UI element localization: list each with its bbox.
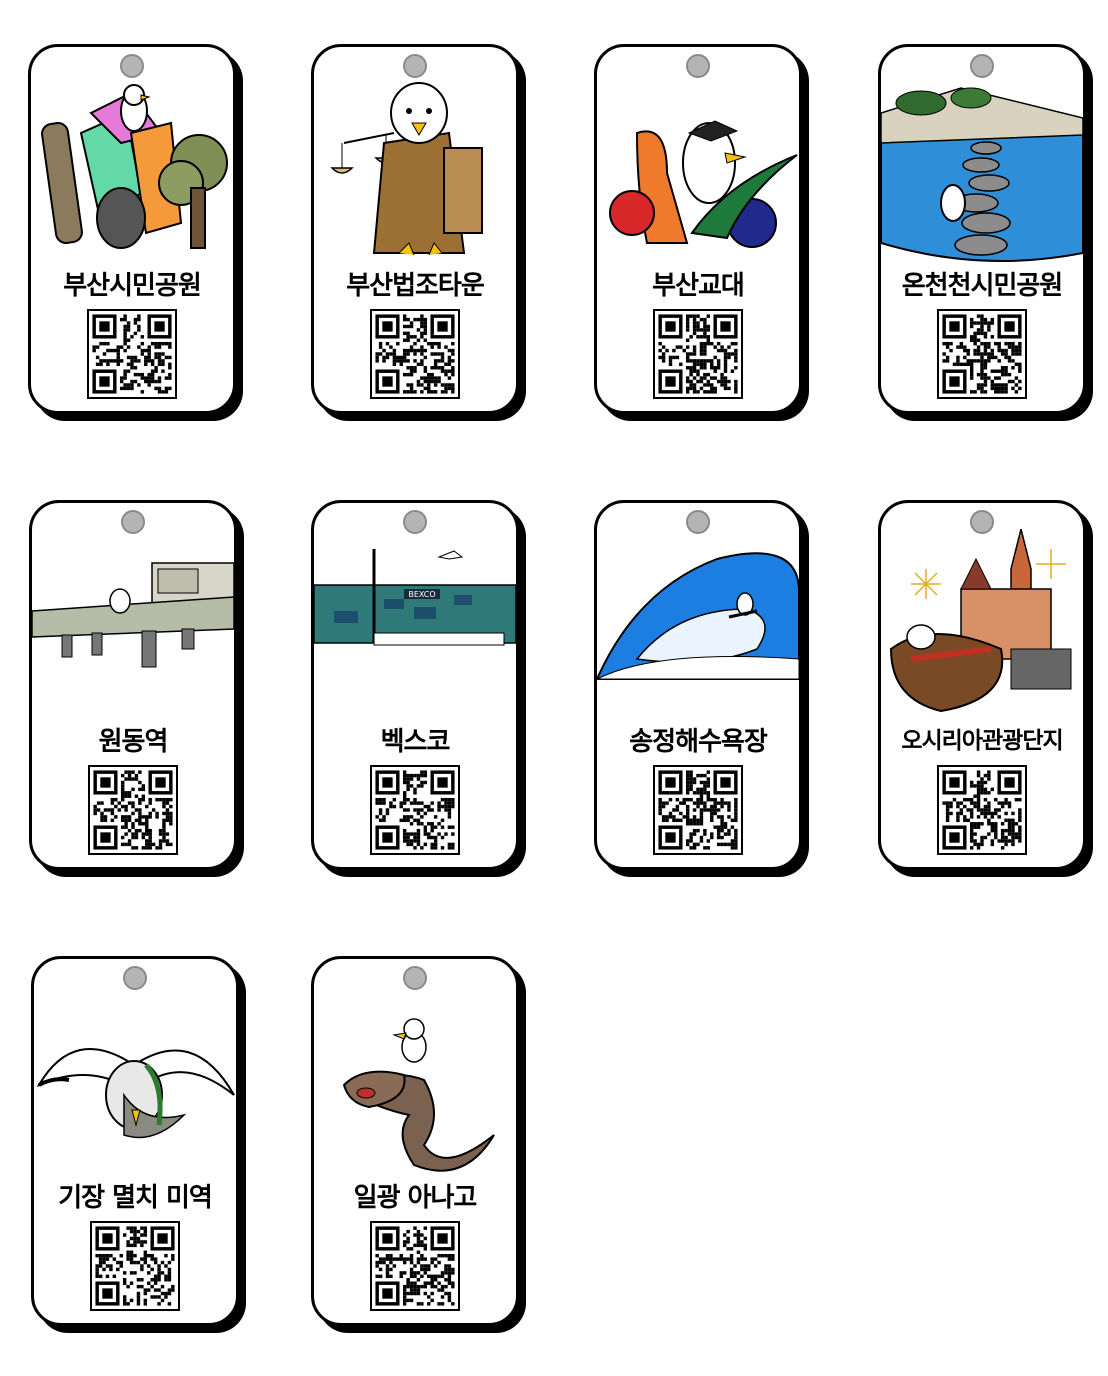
law-town-art [314, 73, 516, 265]
hanging-hole [686, 510, 710, 534]
card-title: 부산시민공원 [63, 271, 202, 301]
card-title: 부산법조타운 [346, 271, 485, 301]
bexco-art: BEXCO [314, 529, 516, 721]
tag-card-gijang-anchovy-seaweed[interactable]: 기장 멸치 미역 [31, 956, 239, 1326]
tag-card-busan-education-univ[interactable]: 부산교대 [594, 44, 802, 414]
hanging-hole [403, 54, 427, 78]
hanging-hole [123, 966, 147, 990]
hanging-hole [121, 510, 145, 534]
qr-code-icon[interactable] [370, 765, 460, 855]
qr-code-icon[interactable] [87, 309, 177, 399]
hanging-hole [120, 54, 144, 78]
songjeong-beach-art [597, 529, 799, 721]
card-title: 일광 아나고 [353, 1183, 478, 1213]
tag-card-busan-law-town[interactable]: 부산법조타운 [311, 44, 519, 414]
card-title: 온천천시민공원 [901, 271, 1063, 301]
qr-code-icon[interactable] [370, 1221, 460, 1311]
qr-code-icon[interactable] [90, 1221, 180, 1311]
card-title: 송정해수욕장 [629, 727, 768, 757]
card-title: 부산교대 [652, 271, 745, 301]
osiria-tourism-art [881, 529, 1083, 721]
wondong-station-art [32, 529, 234, 721]
hanging-hole [970, 54, 994, 78]
qr-code-icon[interactable] [937, 765, 1027, 855]
qr-code-icon[interactable] [937, 309, 1027, 399]
hanging-hole [686, 54, 710, 78]
qr-code-icon[interactable] [653, 309, 743, 399]
hanging-hole [970, 510, 994, 534]
education-university-art [597, 73, 799, 265]
tag-card-busan-citizens-park[interactable]: 부산시민공원 [28, 44, 236, 414]
oncheoncheon-park-art [881, 73, 1083, 265]
citizens-park-art [31, 73, 233, 265]
tag-card-bexco[interactable]: BEXCO 벡스코 [311, 500, 519, 870]
tag-card-osiria[interactable]: 오시리아관광단지 [878, 500, 1086, 870]
ilgwang-anago-art [314, 985, 516, 1177]
card-title: 원동역 [98, 727, 169, 757]
tag-card-ilgwang-anago[interactable]: 일광 아나고 [311, 956, 519, 1326]
card-title: 벡스코 [380, 727, 451, 757]
qr-code-icon[interactable] [88, 765, 178, 855]
gijang-anchovy-seaweed-art [34, 985, 236, 1177]
qr-code-icon[interactable] [370, 309, 460, 399]
tag-card-songjeong-beach[interactable]: 송정해수욕장 [594, 500, 802, 870]
hanging-hole [403, 966, 427, 990]
tag-card-wondong-station[interactable]: 원동역 [29, 500, 237, 870]
card-title: 기장 멸치 미역 [58, 1183, 213, 1213]
card-title: 오시리아관광단지 [901, 728, 1063, 754]
qr-code-icon[interactable] [653, 765, 743, 855]
tag-card-oncheoncheon-park[interactable]: 온천천시민공원 [878, 44, 1086, 414]
bexco-sign: BEXCO [408, 590, 435, 599]
hanging-hole [403, 510, 427, 534]
